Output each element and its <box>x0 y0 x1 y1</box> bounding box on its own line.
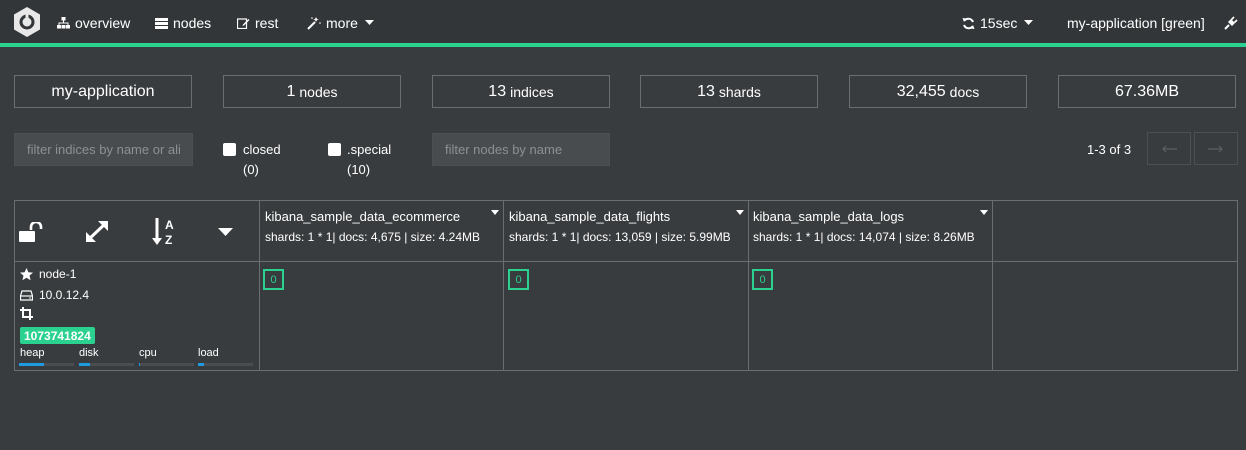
cluster-status[interactable]: my-application [green] <box>1067 14 1205 32</box>
special-checkbox[interactable] <box>328 143 341 156</box>
cluster-overview-table: A Z kibana_sample_data_ecommerce shards:… <box>14 200 1238 371</box>
column-divider <box>503 201 504 370</box>
filter-indices-input[interactable] <box>14 133 193 166</box>
special-label: .special <box>347 142 392 157</box>
cpu-bar-fill <box>139 363 141 366</box>
node-id-badge: 1073741824 <box>20 327 95 344</box>
nav-rest[interactable]: rest <box>237 14 278 32</box>
special-count: (10) <box>347 162 371 177</box>
refresh-interval-label: 15sec <box>980 15 1018 31</box>
disk-label: disk <box>79 347 99 359</box>
unlock-icon[interactable] <box>19 222 43 242</box>
magic-wand-icon <box>307 16 321 30</box>
indices-count: 13 <box>488 82 507 100</box>
top-navbar: overview nodes rest more 15sec my-applic… <box>0 0 1246 43</box>
nav-overview[interactable]: overview <box>57 14 130 32</box>
caret-down-icon[interactable] <box>491 210 499 215</box>
closed-count: (0) <box>243 162 259 177</box>
node-id: 1073741824 <box>24 328 91 343</box>
arrow-left-icon <box>1162 145 1177 152</box>
cpu-bar <box>139 363 194 366</box>
shards-label: shards <box>718 83 761 100</box>
docs-stat: 32,455 docs <box>849 75 1027 108</box>
caret-down-icon[interactable] <box>218 228 233 237</box>
node-ip-row: 10.0.12.4 <box>20 288 89 302</box>
index-info: shards: 1 * 1| docs: 4,675 | size: 4.24M… <box>265 230 481 244</box>
row-divider <box>15 261 1237 262</box>
crop-icon <box>20 307 33 320</box>
docs-count: 32,455 <box>896 82 946 100</box>
load-bar-fill <box>198 363 204 366</box>
shards-stat: 13 shards <box>640 75 818 108</box>
load-bar <box>198 363 253 366</box>
plug-icon <box>1224 16 1238 30</box>
shard-box[interactable]: 0 <box>752 269 773 290</box>
index-info: shards: 1 * 1| docs: 14,074 | size: 8.26… <box>753 230 975 244</box>
shards-count: 13 <box>697 82 715 100</box>
indices-stat: 13 indices <box>432 75 610 108</box>
shard-box[interactable]: 0 <box>263 269 284 290</box>
closed-checkbox[interactable] <box>223 143 236 156</box>
nav-nodes-label: nodes <box>173 15 212 31</box>
cerebro-logo-icon[interactable] <box>12 6 42 38</box>
node-ip: 10.0.12.4 <box>39 288 90 302</box>
nodes-count: 1 <box>286 82 296 100</box>
heap-label: heap <box>20 347 45 359</box>
indices-label: indices <box>510 83 554 100</box>
hdd-icon <box>20 289 33 301</box>
shard-box[interactable]: 0 <box>508 269 529 290</box>
svg-text:A: A <box>165 218 174 232</box>
star-icon <box>20 267 33 280</box>
arrow-right-icon <box>1208 145 1223 152</box>
expand-icon[interactable] <box>85 220 109 243</box>
load-label: load <box>198 347 219 359</box>
navbar-accent-line <box>0 43 1246 47</box>
server-icon <box>155 17 168 29</box>
nav-more-label: more <box>326 15 358 31</box>
cluster-name: my-application <box>51 82 155 100</box>
node-name-row: node-1 <box>20 267 76 281</box>
caret-down-icon <box>364 20 374 25</box>
index-info: shards: 1 * 1| docs: 13,059 | size: 5.99… <box>509 230 731 244</box>
size-stat: 67.36MB <box>1058 75 1236 108</box>
caret-down-icon[interactable] <box>980 210 988 215</box>
caret-down-icon <box>1024 20 1034 25</box>
disconnect-button[interactable] <box>1224 14 1238 32</box>
disk-bar <box>79 363 134 366</box>
cpu-label: cpu <box>139 347 157 359</box>
cluster-size: 67.36MB <box>1114 82 1180 100</box>
refresh-interval-dropdown[interactable]: 15sec <box>962 14 1034 32</box>
docs-label: docs <box>949 83 980 100</box>
column-divider <box>748 201 749 370</box>
nav-nodes[interactable]: nodes <box>155 14 211 32</box>
nav-rest-label: rest <box>255 15 279 31</box>
nav-overview-label: overview <box>75 15 131 31</box>
next-page-button[interactable] <box>1194 132 1238 165</box>
edit-icon <box>237 18 250 29</box>
index-name[interactable]: kibana_sample_data_flights <box>509 209 670 224</box>
sitemap-icon <box>57 17 70 29</box>
caret-down-icon[interactable] <box>736 210 744 215</box>
cluster-name-stat: my-application <box>14 75 192 108</box>
disk-bar-fill <box>79 363 90 366</box>
column-divider <box>992 201 993 370</box>
nav-more[interactable]: more <box>307 14 374 32</box>
previous-page-button[interactable] <box>1147 132 1191 165</box>
cluster-status-label: my-application [green] <box>1067 15 1205 31</box>
index-name[interactable]: kibana_sample_data_ecommerce <box>265 209 460 224</box>
heap-bar-fill <box>19 363 44 366</box>
heap-bar <box>19 363 74 366</box>
sort-alpha-icon[interactable]: A Z <box>152 217 178 247</box>
svg-text:Z: Z <box>165 233 172 247</box>
column-divider <box>259 201 260 370</box>
nodes-label: nodes <box>299 83 338 100</box>
paging-text: 1-3 of 3 <box>1087 142 1132 157</box>
filter-nodes-input[interactable] <box>432 133 610 166</box>
nodes-stat: 1 nodes <box>223 75 401 108</box>
node-name[interactable]: node-1 <box>39 267 76 281</box>
closed-label: closed <box>243 142 281 157</box>
refresh-icon <box>962 17 975 29</box>
index-name[interactable]: kibana_sample_data_logs <box>753 209 904 224</box>
